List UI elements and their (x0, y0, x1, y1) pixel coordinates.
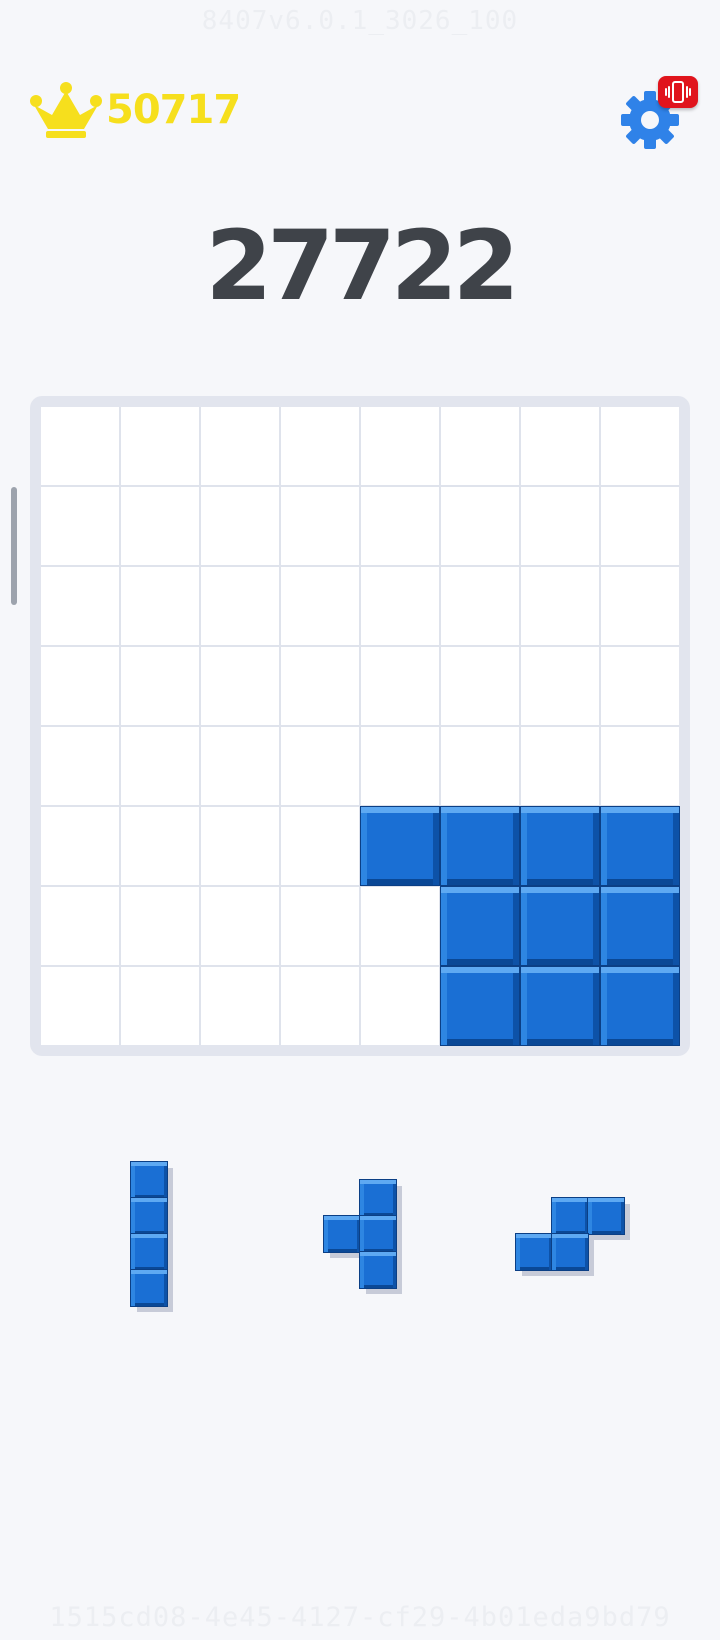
board-cell-empty[interactable] (521, 567, 599, 645)
board-cell-empty[interactable] (281, 567, 359, 645)
board-cell-empty[interactable] (201, 967, 279, 1045)
crown-icon (30, 82, 102, 138)
board-cell-empty[interactable] (361, 407, 439, 485)
board-cell-empty[interactable] (41, 407, 119, 485)
piece-block (131, 1162, 167, 1198)
board-cell-empty[interactable] (121, 647, 199, 725)
board-cell-empty[interactable] (281, 807, 359, 885)
piece-block (131, 1198, 167, 1234)
board-cell-empty[interactable] (521, 407, 599, 485)
piece-block (131, 1270, 167, 1306)
board-cell-empty[interactable] (281, 487, 359, 565)
piece-block (360, 1252, 396, 1288)
board-cell-empty[interactable] (441, 647, 519, 725)
board-cell-empty[interactable] (41, 647, 119, 725)
build-watermark: 8407v6.0.1_3026_100 (201, 6, 519, 36)
board-cell-filled[interactable] (441, 807, 519, 885)
board-cell-filled[interactable] (601, 807, 679, 885)
board-cell-empty[interactable] (201, 807, 279, 885)
board-cell-empty[interactable] (281, 647, 359, 725)
current-score: 27722 (205, 210, 520, 322)
board-cell-empty[interactable] (521, 487, 599, 565)
board-cell-filled[interactable] (521, 807, 599, 885)
board-cell-filled[interactable] (361, 807, 439, 885)
piece-block (131, 1234, 167, 1270)
board-cell-empty[interactable] (441, 567, 519, 645)
board-cell-empty[interactable] (361, 967, 439, 1045)
board-cell-empty[interactable] (201, 887, 279, 965)
vibration-badge[interactable] (658, 76, 698, 108)
board-cell-empty[interactable] (281, 727, 359, 805)
board-cell-empty[interactable] (121, 967, 199, 1045)
piece-block (552, 1234, 588, 1270)
board-cell-empty[interactable] (121, 807, 199, 885)
piece-gap (324, 1252, 360, 1288)
board-cell-filled[interactable] (601, 887, 679, 965)
board-cell-empty[interactable] (41, 807, 119, 885)
board-cell-empty[interactable] (41, 567, 119, 645)
board-cell-empty[interactable] (361, 487, 439, 565)
board-cell-empty[interactable] (121, 887, 199, 965)
piece-gap (324, 1180, 360, 1216)
board-cell-empty[interactable] (121, 407, 199, 485)
board-cell-filled[interactable] (441, 967, 519, 1045)
settings-button[interactable] (614, 76, 702, 152)
board-cell-empty[interactable] (361, 567, 439, 645)
piece-block (360, 1216, 396, 1252)
board-cell-empty[interactable] (41, 487, 119, 565)
piece-gap (516, 1198, 552, 1234)
board-cell-empty[interactable] (121, 567, 199, 645)
piece-block (588, 1198, 624, 1234)
piece-block (516, 1234, 552, 1270)
scrollbar[interactable] (11, 487, 17, 605)
board-cell-empty[interactable] (521, 647, 599, 725)
device-watermark: 1515cd08-4e45-4127-cf29-4b01eda9bd79 (49, 1602, 671, 1633)
board-cell-empty[interactable] (201, 727, 279, 805)
piece-block (324, 1216, 360, 1252)
board-cell-empty[interactable] (361, 647, 439, 725)
board-cell-empty[interactable] (441, 487, 519, 565)
board-cell-empty[interactable] (281, 887, 359, 965)
board-cell-empty[interactable] (41, 967, 119, 1045)
board-cell-empty[interactable] (601, 407, 679, 485)
board-cell-empty[interactable] (201, 567, 279, 645)
board-cell-empty[interactable] (361, 727, 439, 805)
board-cell-empty[interactable] (281, 967, 359, 1045)
board-cell-empty[interactable] (121, 487, 199, 565)
board-cell-filled[interactable] (521, 887, 599, 965)
piece-gap (588, 1234, 624, 1270)
board-cell-empty[interactable] (521, 727, 599, 805)
board-cell-empty[interactable] (361, 887, 439, 965)
board-cell-empty[interactable] (121, 727, 199, 805)
piece-block (360, 1180, 396, 1216)
board-cell-empty[interactable] (41, 727, 119, 805)
best-score-display: 50717 (28, 80, 241, 140)
tray-piece-I-vertical-4[interactable] (131, 1162, 167, 1306)
board-cell-empty[interactable] (201, 407, 279, 485)
board-cell-empty[interactable] (601, 487, 679, 565)
board-cell-filled[interactable] (441, 887, 519, 965)
tray-piece-T-left[interactable] (324, 1180, 396, 1288)
board-cell-filled[interactable] (601, 967, 679, 1045)
best-score-value: 50717 (106, 87, 241, 133)
board-cell-empty[interactable] (601, 727, 679, 805)
vibrate-icon (665, 81, 691, 103)
board-grid[interactable] (41, 407, 679, 1045)
board-cell-empty[interactable] (201, 647, 279, 725)
game-board[interactable] (30, 396, 690, 1056)
board-cell-empty[interactable] (201, 487, 279, 565)
piece-block (552, 1198, 588, 1234)
board-cell-empty[interactable] (601, 567, 679, 645)
board-cell-empty[interactable] (601, 647, 679, 725)
board-cell-filled[interactable] (521, 967, 599, 1045)
board-cell-empty[interactable] (41, 887, 119, 965)
board-cell-empty[interactable] (281, 407, 359, 485)
tray-piece-S-horizontal[interactable] (516, 1198, 624, 1270)
board-cell-empty[interactable] (441, 407, 519, 485)
board-cell-empty[interactable] (441, 727, 519, 805)
